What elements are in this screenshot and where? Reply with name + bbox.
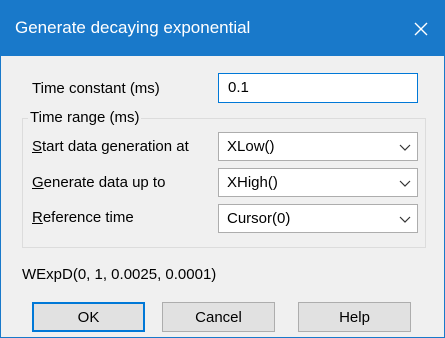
ok-button[interactable]: OK [32,302,145,332]
dialog-window: Generate decaying exponential Time const… [0,0,445,338]
title-bar[interactable]: Generate decaying exponential [1,1,444,56]
end-label-accel: G [32,174,44,191]
start-combo-value: XLow() [227,138,275,155]
reference-label: Reference time [32,209,134,226]
dialog-content: Time constant (ms) 0.1 Time range (ms) S… [1,56,444,337]
time-constant-value: 0.1 [228,79,249,96]
end-label-rest: enerate data up to [43,174,166,191]
start-label: Start data generation at [32,138,189,155]
time-constant-label: Time constant (ms) [32,80,160,97]
reference-label-rest: eference time [42,209,134,226]
chevron-down-icon [399,180,411,187]
cancel-button[interactable]: Cancel [162,302,275,332]
close-icon [414,22,428,35]
time-constant-input[interactable]: 0.1 [218,73,418,103]
close-button[interactable] [398,1,444,56]
window-title: Generate decaying exponential [15,18,251,37]
time-range-group-title: Time range (ms) [28,109,142,126]
start-label-accel: S [32,138,43,155]
reference-combo-value: Cursor(0) [227,210,291,227]
start-combo[interactable]: XLow() [218,132,418,161]
end-combo[interactable]: XHigh() [218,168,418,197]
reference-label-accel: R [32,209,43,226]
chevron-down-icon [399,144,411,151]
chevron-down-icon [399,216,411,223]
start-label-rest: tart data generation at [42,138,189,155]
end-combo-value: XHigh() [227,174,278,191]
reference-combo[interactable]: Cursor(0) [218,204,418,233]
end-label: Generate data up to [32,174,165,191]
help-button[interactable]: Help [298,302,411,332]
formula-text: WExpD(0, 1, 0.0025, 0.0001) [22,266,217,283]
